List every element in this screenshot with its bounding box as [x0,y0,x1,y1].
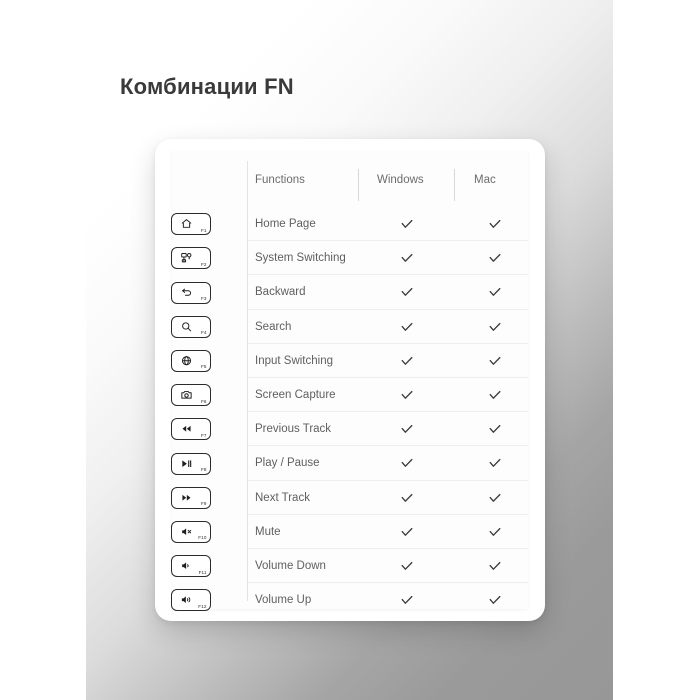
function-label: Previous Track [255,423,332,436]
table-row: Volume Up [172,583,528,609]
fkey-label: F4 [200,330,207,336]
fn-shortcuts-card: Functions Windows Mac Home Page System Sw… [155,139,545,621]
keycap-f5: F5 [171,349,211,372]
function-label: Home Page [255,218,316,231]
camera-icon [178,388,194,402]
function-label: Volume Down [255,559,326,572]
table-row: Search [172,310,528,344]
check-icon-windows [399,524,415,540]
check-icon-windows [399,455,415,471]
check-icon-mac [487,524,503,540]
function-label: System Switching [255,252,346,265]
table-row: Home Page [172,207,528,242]
check-icon-windows [399,490,415,506]
function-label: Next Track [255,491,310,504]
check-icon-windows [399,216,415,232]
right-white-margin [613,0,700,700]
check-icon-windows [399,387,415,403]
keycap-f7: F7 [171,418,211,441]
volume-down-icon [178,559,194,573]
column-header-functions: Functions [255,174,305,186]
play-pause-icon [178,456,194,470]
function-label: Play / Pause [255,457,320,470]
keycap-f10: F10 [171,520,211,543]
fast-forward-icon [178,490,194,504]
check-icon-windows [399,353,415,369]
function-label: Backward [255,286,306,299]
check-icon-mac [487,284,503,300]
table-row: Previous Track [172,412,528,447]
fkey-label: F9 [200,501,207,507]
header-divider-2 [454,169,455,201]
keycap-f2: F2 [171,247,211,270]
page-title: Комбинации FN [120,74,294,99]
table-row: Backward [172,275,528,310]
table-row: Play / Pause [172,446,528,481]
check-icon-windows [399,592,415,608]
volume-mute-icon [178,525,194,539]
column-header-mac: Mac [474,174,496,186]
fkey-label: F6 [200,398,207,404]
back-arrow-icon [178,285,194,299]
keycap-f1: F1 [171,213,211,236]
check-icon-mac [487,250,503,266]
fkey-label: F2 [200,261,207,267]
table-row: Screen Capture [172,378,528,413]
volume-up-icon [178,593,194,607]
rewind-icon [178,422,194,436]
system-switch-icon [178,251,194,265]
check-icon-windows [399,558,415,574]
keycap-f8: F8 [171,452,211,475]
function-label: Volume Up [255,594,312,607]
fkey-label: F8 [200,466,207,472]
check-icon-mac [487,592,503,608]
keycap-f6: F6 [171,384,211,407]
table-row: Next Track [172,481,528,515]
fkey-label: F5 [200,364,207,370]
home-icon [178,217,194,231]
keycap-f4: F4 [171,315,211,338]
fkey-label: F7 [200,432,207,438]
check-icon-windows [399,421,415,437]
fkey-label: F10 [198,535,207,541]
check-icon-mac [487,353,503,369]
fkey-label: F12 [198,603,207,609]
function-label: Screen Capture [255,389,336,402]
fkey-label: F3 [200,295,207,301]
shortcuts-table-panel: Functions Windows Mac Home Page System Sw… [172,151,528,609]
left-white-margin [0,0,86,700]
table-body: Home Page System Switching Backward Search I… [172,207,528,609]
function-label: Input Switching [255,354,333,367]
check-icon-mac [487,216,503,232]
function-label: Mute [255,525,281,538]
check-icon-mac [487,319,503,335]
check-icon-windows [399,250,415,266]
table-row: Input Switching [172,344,528,378]
table-row: Volume Down [172,549,528,584]
check-icon-windows [399,284,415,300]
table-row: System Switching [172,241,528,276]
keycap-f3: F3 [171,281,211,304]
check-icon-mac [487,490,503,506]
header-divider-1 [358,169,359,201]
table-row: Mute [172,515,528,549]
check-icon-mac [487,558,503,574]
search-icon [178,319,194,333]
screenshot-root: Комбинации FN Functions Windows Mac Home… [0,0,700,700]
globe-icon [178,354,194,368]
keycap-f11: F11 [171,555,211,578]
keycap-f9: F9 [171,486,211,509]
fkey-label: F11 [198,569,207,575]
check-icon-mac [487,387,503,403]
function-label: Search [255,320,292,333]
column-header-windows: Windows [377,174,424,186]
keycap-f12: F12 [171,589,211,612]
check-icon-mac [487,421,503,437]
check-icon-windows [399,319,415,335]
table-header-row: Functions Windows Mac [172,161,528,207]
check-icon-mac [487,455,503,471]
fkey-label: F1 [200,227,207,233]
